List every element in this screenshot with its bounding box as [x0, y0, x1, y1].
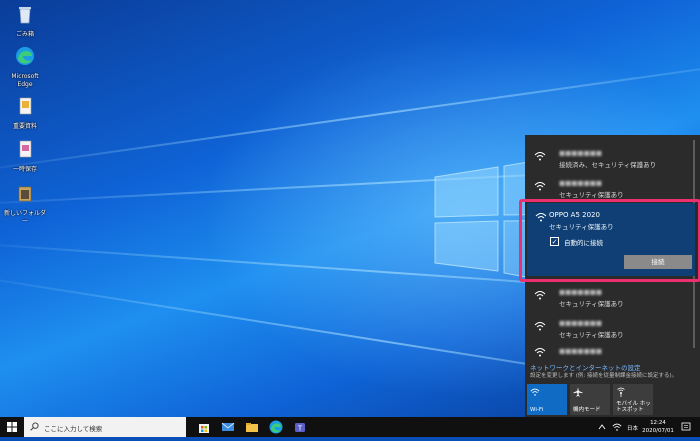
start-button[interactable]: [0, 417, 24, 437]
tile-wifi[interactable]: Wi-Fi: [527, 384, 567, 415]
microsoft-store-icon[interactable]: [196, 419, 212, 435]
wifi-icon: [530, 388, 540, 396]
wifi-signal-icon: [534, 322, 546, 331]
wifi-signal-icon: [534, 348, 546, 357]
network-status: セキュリティ保護あり: [559, 191, 624, 199]
wifi-signal-icon: [534, 182, 546, 191]
desktop-icon-label: Microsoft Edge: [11, 73, 39, 88]
file-explorer-icon[interactable]: [244, 419, 260, 435]
network-name: ■■■■■■■: [559, 179, 602, 187]
network-status: 接続済み、セキュリティ保護あり: [559, 161, 657, 169]
folder-icon: [18, 186, 32, 202]
desktop-icon-label: 新しいフォルダー: [3, 210, 46, 225]
network-item[interactable]: ■■■■■■■: [525, 341, 700, 357]
notification-center-icon[interactable]: [681, 422, 691, 432]
desktop-icon-label: 重要資料: [12, 123, 37, 130]
taskbar: ここに入力して検索 T 日本 12:24 2020/07/01: [0, 417, 700, 437]
clock-time: 12:24: [650, 420, 666, 426]
windows-start-icon: [7, 422, 17, 432]
desktop-icon-label: 一時保存: [12, 166, 37, 173]
network-item[interactable]: ■■■■■■■ セキュリティ保護あり: [525, 311, 700, 341]
network-name: ■■■■■■■: [559, 149, 602, 157]
network-item[interactable]: ■■■■■■■ 接続済み、セキュリティ保護あり: [525, 141, 700, 171]
taskbar-clock[interactable]: 12:24 2020/07/01: [640, 419, 676, 435]
desktop-icon-label: ごみ箱: [15, 31, 34, 38]
network-item[interactable]: ■■■■■■■ セキュリティ保護あり: [525, 171, 700, 201]
document-icon: [19, 97, 32, 115]
network-status: セキュリティ保護あり: [559, 300, 624, 308]
highlight-annotation: [519, 199, 700, 282]
airplane-icon: [573, 387, 583, 397]
network-settings-description: 設定を変更します (例: 接続を従量制課金接続に設定する)。: [530, 373, 678, 379]
document-icon: [19, 140, 32, 158]
wifi-signal-icon: [534, 152, 546, 161]
chevron-up-icon[interactable]: [598, 423, 606, 431]
svg-text:T: T: [298, 426, 303, 433]
clock-date: 2020/07/01: [642, 428, 674, 434]
tile-label: モバイル ホットスポット: [616, 401, 651, 413]
wifi-signal-icon: [534, 291, 546, 300]
recycle-bin-icon: [19, 7, 31, 24]
taskbar-search-box[interactable]: ここに入力して検索: [24, 417, 186, 437]
edge-icon[interactable]: [268, 419, 284, 435]
network-status: セキュリティ保護あり: [559, 331, 624, 339]
network-name: ■■■■■■■: [559, 288, 602, 296]
network-tray-icon[interactable]: [612, 422, 622, 432]
mail-icon[interactable]: [220, 419, 236, 435]
network-item[interactable]: ■■■■■■■ セキュリティ保護あり: [525, 280, 700, 310]
tile-label: Wi-Fi: [530, 407, 544, 413]
desktop-icon-edge[interactable]: Microsoft Edge: [3, 45, 47, 89]
search-icon: [30, 422, 39, 431]
tile-airplane-mode[interactable]: 機内モード: [570, 384, 610, 415]
desktop-icon-document-2[interactable]: 一時保存: [3, 138, 47, 174]
ime-indicator[interactable]: 日本: [627, 424, 638, 432]
teams-icon[interactable]: T: [292, 419, 308, 435]
hotspot-icon: [617, 387, 625, 397]
network-name: ■■■■■■■: [559, 347, 602, 355]
desktop-icon-recycle-bin[interactable]: ごみ箱: [3, 3, 47, 39]
desktop-icon-document-1[interactable]: 重要資料: [3, 95, 47, 131]
search-placeholder: ここに入力して検索: [44, 425, 103, 433]
tile-label: 機内モード: [573, 407, 601, 413]
network-name: ■■■■■■■: [559, 319, 602, 327]
tile-mobile-hotspot[interactable]: モバイル ホットスポット: [613, 384, 653, 415]
edge-icon: [16, 47, 34, 65]
desktop-icon-folder[interactable]: 新しいフォルダー: [3, 182, 47, 226]
